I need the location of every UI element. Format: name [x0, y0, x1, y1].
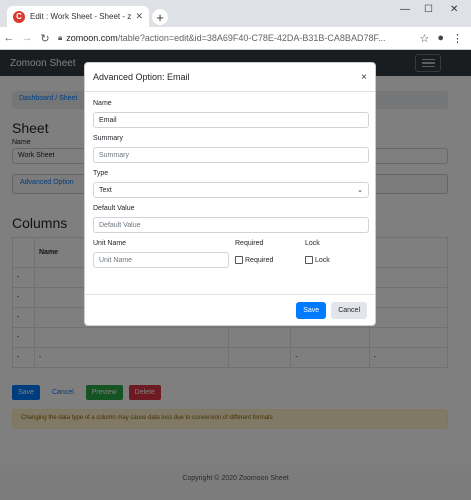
required-label: Required	[235, 240, 264, 247]
modal-title: Advanced Option: Email	[93, 72, 190, 82]
checkbox-icon	[305, 256, 313, 264]
menu-dots-icon[interactable]: ⋮	[452, 32, 463, 45]
favicon-icon: C	[13, 10, 25, 23]
name-label: Name	[93, 100, 112, 107]
maximize-icon[interactable]: ☐	[424, 4, 433, 15]
required-checkbox-label: Required	[245, 256, 274, 264]
summary-input[interactable]: Summary	[93, 147, 369, 163]
required-checkbox[interactable]: Required	[235, 256, 305, 264]
summary-label: Summary	[93, 135, 123, 142]
url-host: zomoon.com	[66, 33, 118, 43]
tab-bar: C Edit : Work Sheet - Sheet - zo ✕ + — ☐…	[0, 0, 471, 27]
forward-icon[interactable]: →	[18, 32, 36, 44]
url-field[interactable]: 🔒︎ zomoon.com/table?action=edit&id=38A69…	[54, 29, 419, 47]
tab-close-icon[interactable]: ✕	[135, 11, 143, 22]
modal-header: Advanced Option: Email ×	[85, 63, 375, 92]
unit-name-input[interactable]: Unit Name	[93, 252, 229, 268]
browser-tab[interactable]: C Edit : Work Sheet - Sheet - zo ✕	[7, 6, 149, 27]
address-bar: ← → ↻ 🔒︎ zomoon.com/table?action=edit&id…	[0, 27, 471, 50]
chevron-down-icon: ⌄	[357, 187, 363, 194]
lock-checkbox-label: Lock	[315, 256, 330, 264]
modal-body: Name Email Summary Summary Type Text ⌄ D…	[85, 92, 375, 268]
minimize-icon[interactable]: —	[400, 4, 410, 15]
advanced-option-modal: Advanced Option: Email × Name Email Summ…	[84, 62, 376, 326]
default-value-label: Default Value	[93, 205, 135, 212]
window-close-icon[interactable]: ✕	[450, 4, 458, 15]
account-icon[interactable]: ●	[437, 32, 444, 44]
bookmark-star-icon[interactable]: ☆	[419, 32, 429, 45]
modal-footer: Save Cancel	[85, 294, 375, 326]
close-icon[interactable]: ×	[361, 72, 367, 83]
new-tab-button[interactable]: +	[152, 9, 168, 25]
lock-checkbox[interactable]: Lock	[305, 256, 365, 264]
tab-title: Edit : Work Sheet - Sheet - zo	[30, 12, 132, 21]
type-select-value: Text	[99, 186, 112, 194]
lock-icon: 🔒︎	[58, 33, 63, 42]
modal-cancel-button[interactable]: Cancel	[331, 302, 367, 319]
default-value-input[interactable]: Default Value	[93, 217, 369, 233]
reload-icon[interactable]: ↻	[36, 32, 54, 45]
browser-chrome: C Edit : Work Sheet - Sheet - zo ✕ + — ☐…	[0, 0, 471, 50]
url-path: /table?action=edit&id=38A69F40-C78E-42DA…	[117, 33, 386, 43]
unit-name-label: Unit Name	[93, 240, 127, 247]
back-icon[interactable]: ←	[0, 32, 18, 44]
modal-save-button[interactable]: Save	[296, 302, 327, 319]
type-label: Type	[93, 170, 109, 177]
lock-label: Lock	[305, 240, 320, 247]
name-input[interactable]: Email	[93, 112, 369, 128]
checkbox-icon	[235, 256, 243, 264]
type-select[interactable]: Text ⌄	[93, 182, 369, 198]
